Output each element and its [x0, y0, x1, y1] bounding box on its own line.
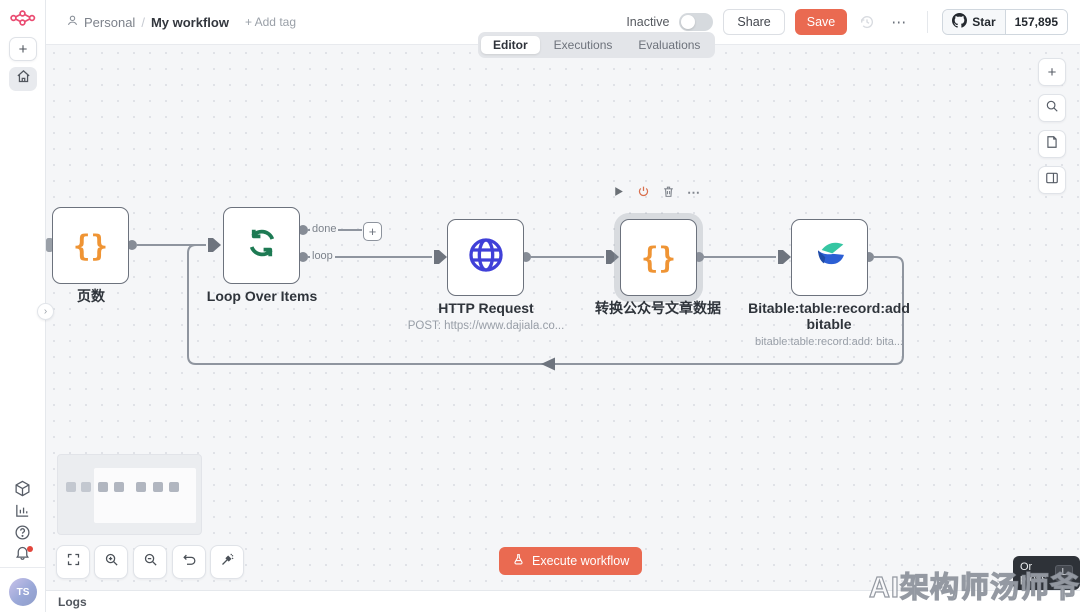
key-badge: L: [1055, 565, 1073, 581]
node-pages[interactable]: {}: [52, 207, 129, 284]
output-label-loop: loop: [310, 250, 335, 262]
activate-toggle[interactable]: [679, 13, 713, 31]
canvas-search-button[interactable]: [1038, 94, 1066, 122]
notifications-bell-icon[interactable]: [14, 548, 31, 565]
add-node-button[interactable]: +: [363, 222, 382, 241]
node-pages-label: 页数: [46, 288, 181, 304]
create-workflow-button[interactable]: +: [9, 37, 37, 61]
tidy-up-button[interactable]: [210, 545, 244, 579]
notification-badge: [27, 546, 33, 552]
github-star-count: 157,895: [1006, 10, 1067, 34]
minimap-node: [114, 482, 124, 492]
tab-evaluations[interactable]: Evaluations: [626, 36, 712, 54]
n8n-app: + TS Personal: [0, 0, 1080, 612]
node-http-request[interactable]: [447, 219, 524, 296]
breadcrumb-project[interactable]: Personal: [66, 14, 135, 30]
templates-icon[interactable]: [14, 480, 32, 498]
globe-icon: [466, 235, 506, 280]
execute-workflow-button[interactable]: Execute workflow: [499, 547, 642, 575]
play-icon[interactable]: [612, 185, 626, 199]
node-bitable-subtitle: bitable:table:record:add: bita...: [719, 336, 939, 348]
zoom-in-icon: [104, 552, 119, 572]
minimap-viewport[interactable]: [94, 468, 196, 523]
code-icon: {}: [641, 241, 676, 275]
home-icon: [16, 69, 31, 89]
search-icon: [1045, 99, 1059, 118]
note-icon: [1045, 135, 1059, 154]
node-http-label: HTTP Request: [396, 300, 576, 316]
help-icon[interactable]: [14, 524, 32, 542]
workflow-canvas[interactable]: {} 页数 Loop Over Items done loop + HTTP R…: [46, 45, 1080, 590]
github-star-widget[interactable]: Star 157,895: [942, 9, 1068, 35]
plus-icon: +: [1048, 64, 1057, 81]
fit-view-icon: [66, 552, 81, 572]
history-icon: [859, 14, 875, 30]
trash-icon[interactable]: [662, 185, 676, 199]
add-tag-button[interactable]: + Add tag: [245, 15, 296, 29]
flask-icon: [512, 553, 525, 569]
insights-icon[interactable]: [14, 502, 32, 520]
logs-label[interactable]: Logs: [58, 595, 87, 609]
user-avatar[interactable]: TS: [9, 578, 37, 606]
node-loop-label: Loop Over Items: [172, 288, 352, 304]
output-label-done: done: [310, 223, 338, 235]
zoom-in-button[interactable]: [94, 545, 128, 579]
minimap-node: [98, 482, 108, 492]
canvas-add-node-button[interactable]: +: [1038, 58, 1066, 86]
tab-editor[interactable]: Editor: [481, 36, 540, 54]
minimap-node: [153, 482, 163, 492]
toggle-knob: [681, 15, 695, 29]
minimap-node: [136, 482, 146, 492]
code-icon: {}: [73, 229, 108, 263]
undo-icon: [182, 552, 197, 572]
power-icon[interactable]: [637, 185, 651, 199]
minimap-node: [81, 482, 91, 492]
node-bitable[interactable]: [791, 219, 868, 296]
workflow-status-label: Inactive: [626, 15, 669, 29]
minimap[interactable]: [57, 454, 202, 535]
zoom-to-fit-button[interactable]: [56, 545, 90, 579]
loop-icon: [243, 224, 281, 267]
node-more-icon[interactable]: ⋯: [687, 185, 701, 199]
minimap-node: [169, 482, 179, 492]
breadcrumb-separator: /: [141, 15, 145, 30]
reset-zoom-button[interactable]: [172, 545, 206, 579]
toggle-panel-button[interactable]: [1038, 166, 1066, 194]
node-loop-over-items[interactable]: [223, 207, 300, 284]
share-button[interactable]: Share: [723, 9, 784, 35]
collapse-sidebar-button[interactable]: ›: [37, 303, 54, 320]
save-button[interactable]: Save: [795, 9, 848, 35]
tab-executions[interactable]: Executions: [542, 36, 625, 54]
node-transform-label: 转换公众号文章数据: [568, 300, 748, 316]
sticky-note-button[interactable]: [1038, 130, 1066, 158]
bitable-icon: [810, 235, 850, 280]
node-transform-articles[interactable]: {}: [620, 219, 697, 296]
sidebar-item-overview[interactable]: [9, 67, 37, 91]
panel-icon: [1045, 171, 1059, 190]
header-divider: [927, 11, 928, 33]
node-toolbar: ⋯: [612, 185, 701, 199]
view-tabs: Editor Executions Evaluations: [478, 32, 715, 58]
logs-panel-header: Logs: [46, 590, 1080, 612]
node-bitable-label: Bitable:table:record:add bitable: [739, 300, 919, 332]
github-icon: [952, 13, 967, 31]
wand-icon: [220, 552, 235, 572]
more-options-button[interactable]: ⋯: [885, 13, 913, 31]
sidebar-divider: [0, 567, 45, 568]
zoom-out-icon: [143, 552, 158, 572]
breadcrumb: Personal / My workflow + Add tag: [66, 14, 296, 30]
zoom-out-button[interactable]: [133, 545, 167, 579]
github-star-label: Star: [972, 15, 995, 29]
person-icon: [66, 14, 79, 30]
minimap-node: [66, 482, 76, 492]
workflow-name[interactable]: My workflow: [151, 15, 229, 30]
n8n-logo-icon: [10, 9, 36, 32]
node-http-subtitle: POST: https://www.dajiala.co...: [376, 320, 596, 332]
shortcut-tooltip: Or press L: [1013, 556, 1080, 590]
